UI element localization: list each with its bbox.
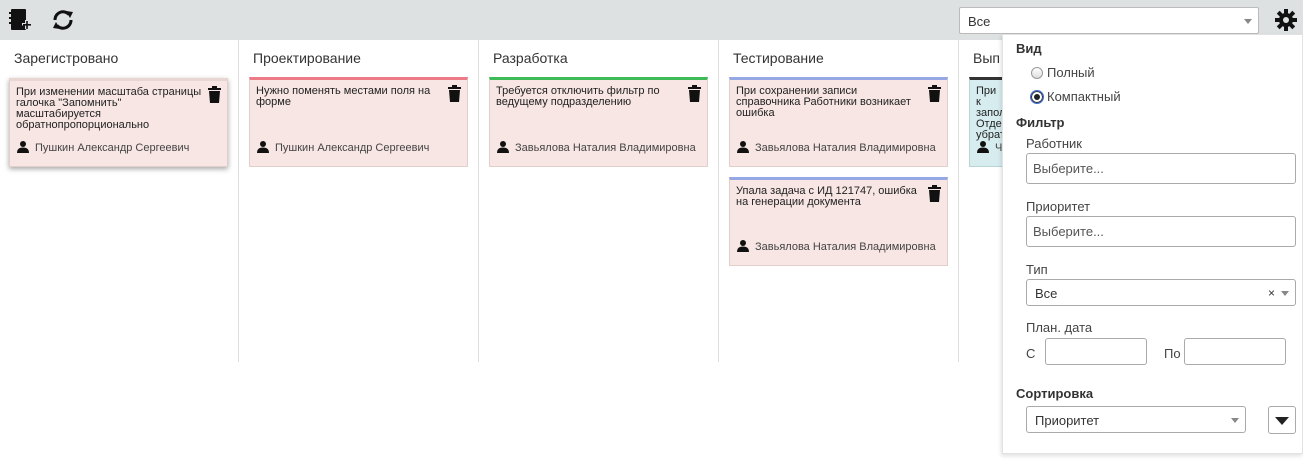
card-assignee: Ч bbox=[977, 141, 1002, 154]
column-title: Вып bbox=[973, 50, 1000, 66]
trash-icon[interactable] bbox=[448, 85, 461, 102]
column-title: Зарегистровано bbox=[14, 50, 119, 66]
column-design: Проектирование Нужно поменять местами по… bbox=[239, 40, 479, 362]
card-assignee: Завьялова Наталия Владимировна bbox=[737, 141, 936, 154]
trash-icon[interactable] bbox=[928, 185, 941, 202]
card-assignee: Пушкин Александр Сергеевич bbox=[17, 141, 189, 154]
radio-full[interactable] bbox=[1031, 67, 1043, 79]
trash-icon[interactable] bbox=[688, 85, 701, 102]
radio-compact[interactable] bbox=[1030, 90, 1044, 104]
view-option-compact[interactable]: Компактный bbox=[1030, 89, 1121, 104]
card-text: При изменении масштаба страницы галочка … bbox=[16, 86, 202, 131]
assignee-name: Завьялова Наталия Владимировна bbox=[755, 142, 936, 154]
card-text: Упала задача с ИД 121747, ошибка на гене… bbox=[736, 185, 917, 208]
column-registered: Зарегистровано При изменении масштаба ст… bbox=[0, 40, 239, 362]
worker-label: Работник bbox=[1026, 136, 1082, 151]
column-title: Разработка bbox=[493, 50, 568, 66]
date-to-label: По bbox=[1164, 346, 1181, 361]
assignee-name: Пушкин Александр Сергеевич bbox=[35, 142, 190, 154]
filter-section-title: Фильтр bbox=[1016, 115, 1065, 130]
plan-date-label: План. дата bbox=[1026, 320, 1093, 335]
worker-input[interactable]: Выберите... bbox=[1026, 153, 1296, 184]
type-label: Тип bbox=[1026, 262, 1048, 277]
assignee-name: Ч bbox=[995, 142, 1002, 154]
chevron-down-icon bbox=[1231, 418, 1239, 423]
chevron-down-icon bbox=[1281, 291, 1289, 296]
user-icon bbox=[257, 141, 269, 153]
assignee-name: Завьялова Наталия Владимировна bbox=[515, 142, 696, 154]
priority-placeholder: Выберите... bbox=[1033, 224, 1104, 239]
date-from-input[interactable] bbox=[1045, 338, 1147, 365]
column-testing: Тестирование При сохранении записи справ… bbox=[719, 40, 959, 362]
column-done: Вып При к запол Отде убрат Ч bbox=[959, 40, 1002, 362]
card-text: Требуется отключить фильтр по ведущему п… bbox=[496, 85, 660, 108]
user-icon bbox=[497, 141, 509, 153]
task-card[interactable]: При к запол Отде убрат Ч bbox=[969, 77, 1002, 167]
user-icon bbox=[977, 141, 989, 153]
sort-select[interactable]: Приоритет bbox=[1026, 406, 1246, 433]
clear-icon[interactable]: × bbox=[1268, 286, 1275, 300]
task-card[interactable]: Нужно поменять местами поля на форме Пуш… bbox=[249, 77, 468, 167]
gear-icon[interactable] bbox=[1274, 8, 1298, 32]
view-option-label: Компактный bbox=[1047, 89, 1121, 104]
settings-panel: Вид Полный Компактный Фильтр Работник Вы… bbox=[1002, 34, 1303, 454]
task-card[interactable]: Требуется отключить фильтр по ведущему п… bbox=[489, 77, 708, 167]
board-filter-value: Все bbox=[968, 14, 991, 29]
type-value: Все bbox=[1035, 286, 1058, 301]
trash-icon[interactable] bbox=[208, 86, 221, 103]
view-option-full[interactable]: Полный bbox=[1031, 65, 1095, 80]
assignee-name: Завьялова Наталия Владимировна bbox=[755, 241, 936, 253]
date-to-input[interactable] bbox=[1184, 338, 1286, 365]
card-text: При сохранении записи справочника Работн… bbox=[736, 85, 911, 119]
notebook-add-icon[interactable] bbox=[8, 8, 32, 32]
worker-placeholder: Выберите... bbox=[1033, 161, 1104, 176]
board-filter-select[interactable]: Все bbox=[959, 7, 1259, 34]
view-option-label: Полный bbox=[1047, 65, 1095, 80]
sort-value: Приоритет bbox=[1035, 413, 1100, 428]
column-title: Проектирование bbox=[253, 50, 361, 66]
priority-input[interactable]: Выберите... bbox=[1026, 216, 1296, 247]
card-text: Нужно поменять местами поля на форме bbox=[256, 85, 431, 108]
column-title: Тестирование bbox=[733, 50, 824, 66]
card-assignee: Завьялова Наталия Владимировна bbox=[737, 240, 936, 253]
task-card[interactable]: При сохранении записи справочника Работн… bbox=[729, 77, 948, 167]
priority-label: Приоритет bbox=[1026, 199, 1091, 214]
task-card[interactable]: Упала задача с ИД 121747, ошибка на гене… bbox=[729, 177, 948, 266]
sort-direction-button[interactable] bbox=[1268, 406, 1296, 434]
card-text: При к запол Отде убрат bbox=[976, 85, 1002, 141]
type-select[interactable]: Все × bbox=[1026, 279, 1296, 306]
user-icon bbox=[17, 141, 29, 153]
kanban-board: Зарегистровано При изменении масштаба ст… bbox=[0, 40, 1002, 370]
assignee-name: Пушкин Александр Сергеевич bbox=[275, 142, 430, 154]
user-icon bbox=[737, 240, 749, 252]
view-section-title: Вид bbox=[1016, 41, 1042, 56]
trash-icon[interactable] bbox=[928, 85, 941, 102]
sort-section-title: Сортировка bbox=[1016, 386, 1094, 401]
task-card[interactable]: При изменении масштаба страницы галочка … bbox=[9, 78, 228, 167]
column-development: Разработка Требуется отключить фильтр по… bbox=[479, 40, 719, 362]
card-assignee: Завьялова Наталия Владимировна bbox=[497, 141, 696, 154]
date-from-label: С bbox=[1026, 346, 1036, 361]
refresh-icon[interactable] bbox=[51, 8, 75, 32]
card-assignee: Пушкин Александр Сергеевич bbox=[257, 141, 429, 154]
chevron-down-icon bbox=[1244, 19, 1252, 24]
user-icon bbox=[737, 141, 749, 153]
